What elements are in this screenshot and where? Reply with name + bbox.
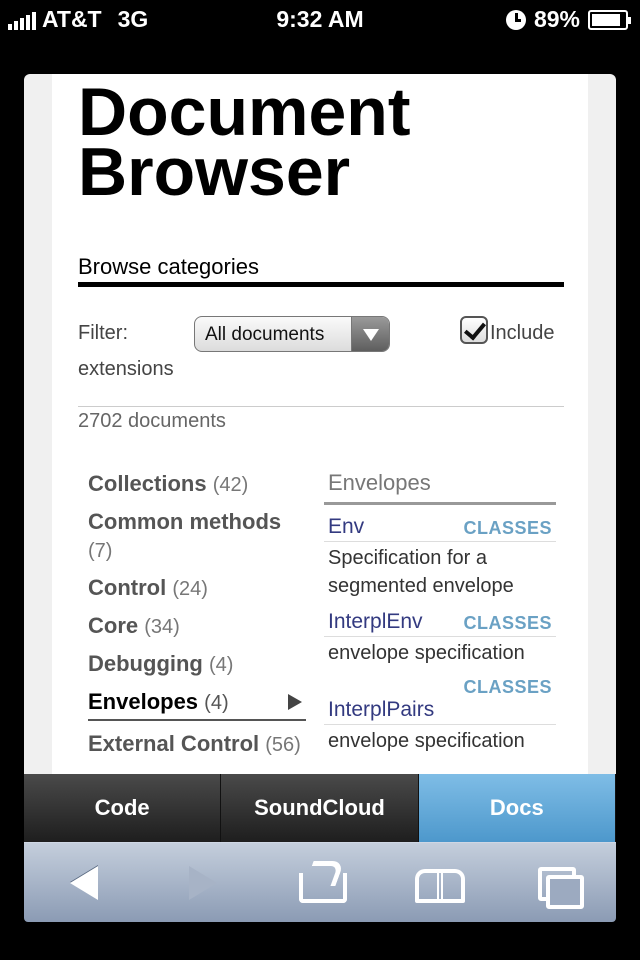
list-item: InterplPairs CLASSES envelope specificatio…: [324, 677, 556, 755]
category-item[interactable]: Control (24): [88, 574, 306, 603]
category-name: Debugging: [88, 651, 203, 676]
category-item[interactable]: External Control (56): [88, 730, 306, 759]
category-detail: Envelopes Env CLASSES Specification for a …: [324, 468, 556, 755]
extensions-label: extensions: [78, 358, 174, 380]
battery-icon: [588, 9, 631, 30]
category-name: Control: [88, 575, 167, 600]
entry-link[interactable]: InterplPairs: [328, 698, 434, 722]
category-count: (4): [204, 692, 229, 714]
category-count: (24): [172, 578, 208, 600]
filter-select-value: All documents: [205, 324, 325, 345]
bookmarks-icon[interactable]: [403, 853, 473, 913]
page-title: Document Browser: [78, 74, 578, 210]
filter-select[interactable]: All documents: [194, 316, 390, 352]
tab-soundcloud[interactable]: SoundCloud: [221, 774, 419, 842]
tab-docs[interactable]: Docs: [418, 774, 616, 842]
document-count: 2702 documents: [78, 410, 226, 432]
entry-header: Env CLASSES: [324, 515, 556, 542]
alarm-clock-icon: [505, 9, 526, 30]
status-right: 89%: [505, 6, 631, 33]
category-name: Envelopes: [88, 689, 199, 714]
title-line-1: Document: [78, 74, 411, 150]
list-item: InterplEnv CLASSES envelope specification: [324, 610, 556, 667]
pages-icon[interactable]: [522, 853, 592, 913]
entry-tag: CLASSES: [463, 613, 552, 633]
category-name: Common methods: [88, 509, 282, 534]
category-count: (4): [209, 654, 234, 676]
category-item[interactable]: Core (34): [88, 612, 306, 641]
category-item[interactable]: Collections (42): [88, 470, 306, 499]
detail-heading: Envelopes: [324, 468, 556, 505]
entry-tag: CLASSES: [463, 518, 552, 538]
filter-label: Filter:: [78, 322, 128, 344]
play-icon: [288, 694, 302, 710]
app-tab-bar: Code SoundCloud Docs: [24, 774, 616, 842]
include-label: Include: [490, 322, 555, 344]
category-name: Core: [88, 613, 139, 638]
entry-list: Env CLASSES Specification for a segmented …: [324, 515, 556, 755]
category-count: (56): [265, 734, 301, 756]
browser-toolbar: [24, 842, 616, 922]
divider: [78, 406, 564, 407]
battery-fill: [592, 13, 621, 26]
category-item[interactable]: Debugging (4): [88, 650, 306, 679]
web-viewport[interactable]: Document Browser Browse categories Filte…: [24, 74, 616, 774]
entry-description: envelope specification: [328, 730, 525, 752]
entry-link[interactable]: InterplEnv: [328, 610, 423, 634]
entry-header: InterplEnv CLASSES: [324, 610, 556, 637]
battery-percent: 89%: [533, 6, 580, 32]
back-icon[interactable]: [48, 853, 118, 913]
category-item[interactable]: Common methods (7): [88, 508, 306, 565]
title-line-2: Browser: [78, 134, 351, 210]
entry-description: Specification for a segmented envelope: [328, 547, 514, 597]
category-name: External Control: [88, 731, 260, 756]
entry-description: envelope specification: [328, 642, 525, 664]
tab-code[interactable]: Code: [24, 774, 222, 842]
status-bar: AT&T 3G 9:32 AM 89%: [0, 0, 640, 40]
forward-icon[interactable]: [167, 853, 237, 913]
category-name: Collections: [88, 471, 207, 496]
entry-header: InterplPairs CLASSES: [324, 677, 556, 725]
category-count: (34): [144, 616, 180, 638]
chevron-down-icon: [351, 317, 389, 351]
page-subtitle: Browse categories: [78, 254, 259, 279]
category-item[interactable]: Envelopes (4): [88, 688, 306, 721]
title-divider: [78, 282, 564, 287]
bottom-bezel: [0, 922, 640, 960]
include-extensions-checkbox[interactable]: [460, 316, 488, 344]
entry-link[interactable]: Env: [328, 515, 364, 539]
entry-tag: CLASSES: [463, 677, 552, 697]
category-list: Collections (42) Common methods (7) Contro…: [88, 470, 306, 768]
page-content: Document Browser Browse categories Filte…: [52, 74, 588, 774]
category-count: (42): [212, 474, 249, 496]
list-item: Env CLASSES Specification for a segmented …: [324, 515, 556, 600]
category-count: (7): [88, 540, 113, 562]
share-icon[interactable]: [285, 853, 355, 913]
